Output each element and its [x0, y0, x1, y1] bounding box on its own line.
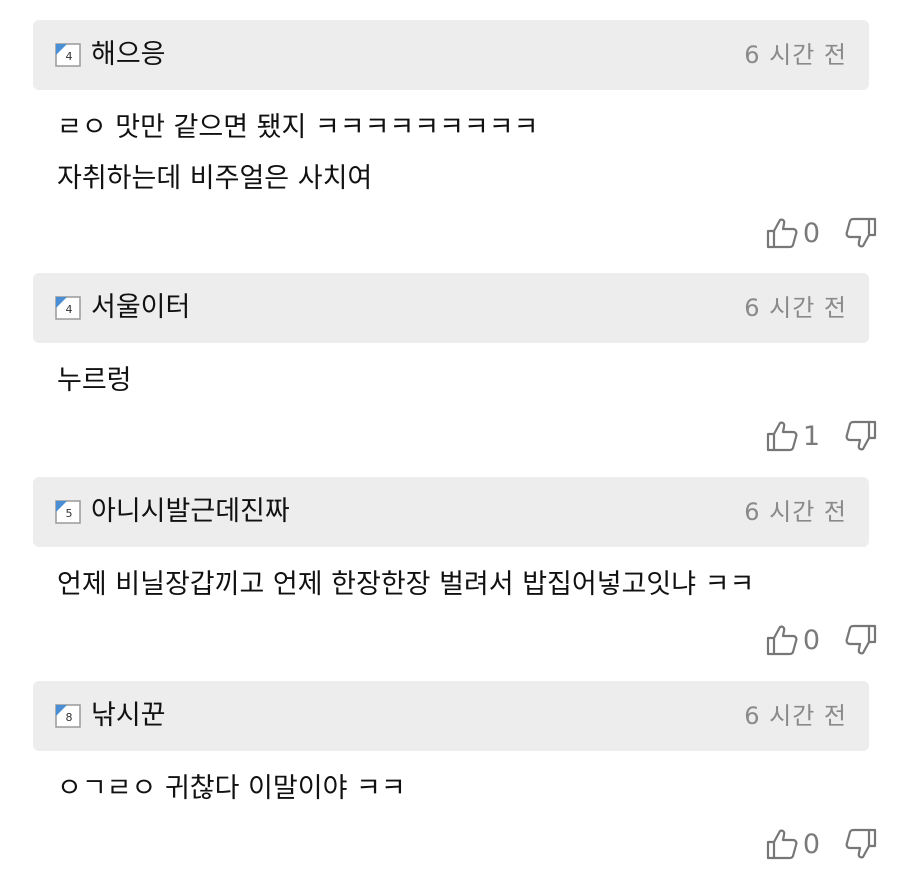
like-count: 1	[802, 420, 820, 452]
timestamp: 6 시간 전	[744, 702, 847, 730]
comment-header: 4 서울이터 6 시간 전	[33, 273, 869, 343]
comment-line: ㅇㄱㄹㅇ 귀찮다 이말이야 ㅋㅋ	[57, 773, 406, 804]
thumbs-up-icon[interactable]	[765, 827, 799, 861]
vote-bar: 0	[765, 620, 878, 660]
like-count: 0	[802, 624, 820, 656]
vote-bar: 1	[765, 416, 878, 456]
thumbs-down-icon[interactable]	[844, 419, 878, 453]
vote-bar: 0	[765, 824, 878, 864]
thumbs-down-icon[interactable]	[844, 623, 878, 657]
comment-text: 누르렁	[57, 355, 860, 406]
thumbs-down-icon[interactable]	[844, 827, 878, 861]
vote-bar: 0	[765, 213, 878, 253]
comment-text: ㄹㅇ 맛만 같으면 됐지 ㅋㅋㅋㅋㅋㅋㅋㅋㅋ 자취하는데 비주얼은 사치여	[57, 102, 860, 204]
timestamp: 6 시간 전	[744, 294, 847, 322]
thumbs-up-icon[interactable]	[765, 623, 799, 657]
like-count: 0	[802, 217, 820, 249]
timestamp: 6 시간 전	[744, 41, 847, 69]
like-count: 0	[802, 828, 820, 860]
comment-header: 8 낚시꾼 6 시간 전	[33, 681, 869, 751]
thumbs-up-icon[interactable]	[765, 419, 799, 453]
svg-text:8: 8	[66, 711, 73, 724]
comment-header: 5 아니시발근데진짜 6 시간 전	[33, 477, 869, 547]
svg-text:5: 5	[66, 507, 73, 520]
thumbs-up-icon[interactable]	[765, 216, 799, 250]
nickname[interactable]: 아니시발근데진짜	[91, 477, 290, 547]
comment-line: ㄹㅇ 맛만 같으면 됐지 ㅋㅋㅋㅋㅋㅋㅋㅋㅋ	[57, 112, 539, 143]
comment-line: 자취하는데 비주얼은 사치여	[57, 163, 373, 194]
thumbs-down-icon[interactable]	[844, 216, 878, 250]
nickname[interactable]: 서울이터	[91, 273, 190, 343]
svg-text:4: 4	[66, 303, 73, 316]
nickname[interactable]: 해으응	[91, 20, 166, 90]
comment-text: 언제 비닐장갑끼고 언제 한장한장 벌려서 밥집어넣고잇냐 ㅋㅋ	[57, 559, 860, 610]
level-badge-icon: 5	[55, 500, 81, 524]
level-badge-icon: 4	[55, 296, 81, 320]
comment-line: 누르렁	[57, 365, 132, 396]
comment-header: 4 해으응 6 시간 전	[33, 20, 869, 90]
nickname[interactable]: 낚시꾼	[91, 681, 166, 751]
level-badge-icon: 8	[55, 704, 81, 728]
timestamp: 6 시간 전	[744, 498, 847, 526]
comment-text: ㅇㄱㄹㅇ 귀찮다 이말이야 ㅋㅋ	[57, 763, 860, 814]
level-badge-icon: 4	[55, 43, 81, 67]
svg-text:4: 4	[66, 50, 73, 63]
comment-line: 언제 비닐장갑끼고 언제 한장한장 벌려서 밥집어넣고잇냐 ㅋㅋ	[57, 569, 755, 600]
